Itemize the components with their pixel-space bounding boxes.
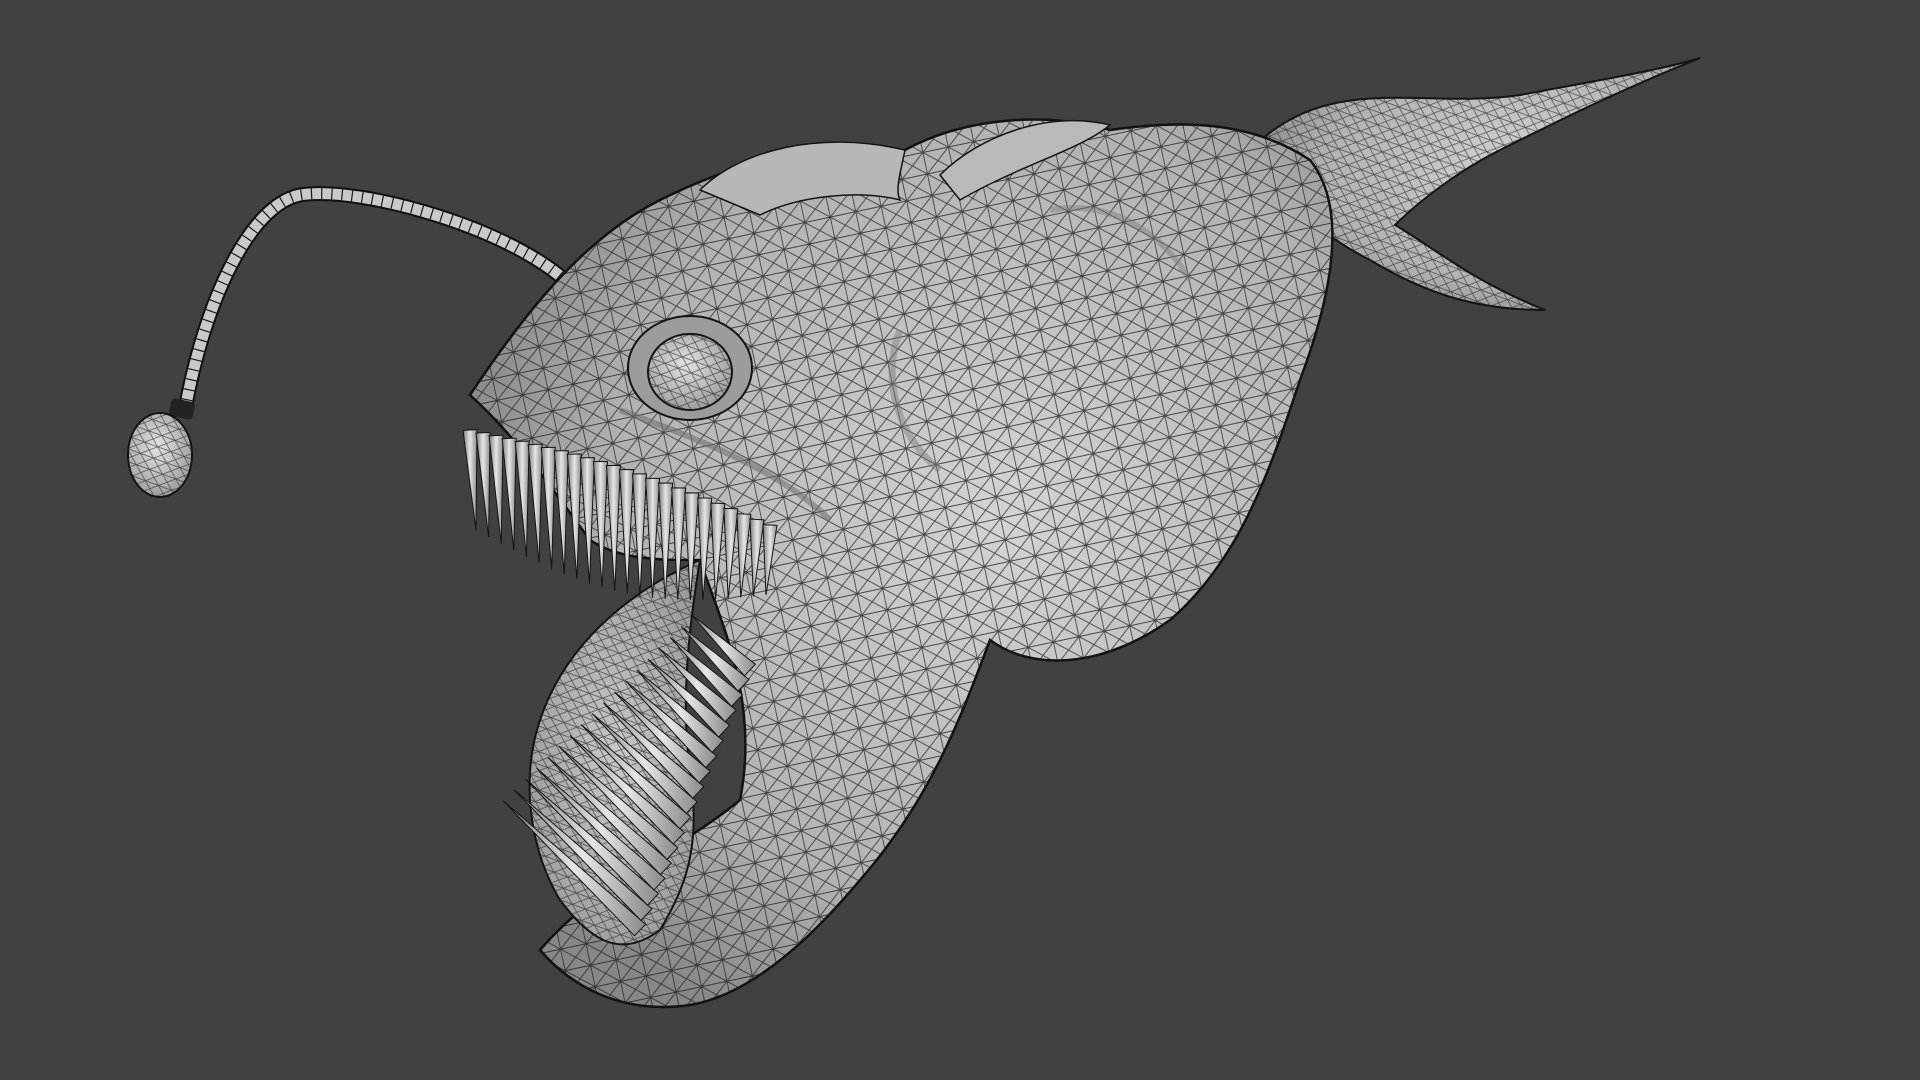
tooth	[514, 440, 530, 557]
tooth	[475, 431, 491, 537]
fish-eye	[627, 315, 753, 421]
tooth	[488, 434, 504, 544]
tooth	[540, 446, 556, 569]
tooth	[462, 429, 478, 531]
lure-bulb	[127, 412, 193, 498]
anglerfish-model[interactable]	[0, 0, 1920, 1080]
tooth	[553, 450, 569, 575]
tooth	[566, 453, 582, 580]
3d-viewport[interactable]	[0, 0, 1920, 1080]
tooth	[527, 443, 543, 564]
tooth	[501, 437, 517, 551]
